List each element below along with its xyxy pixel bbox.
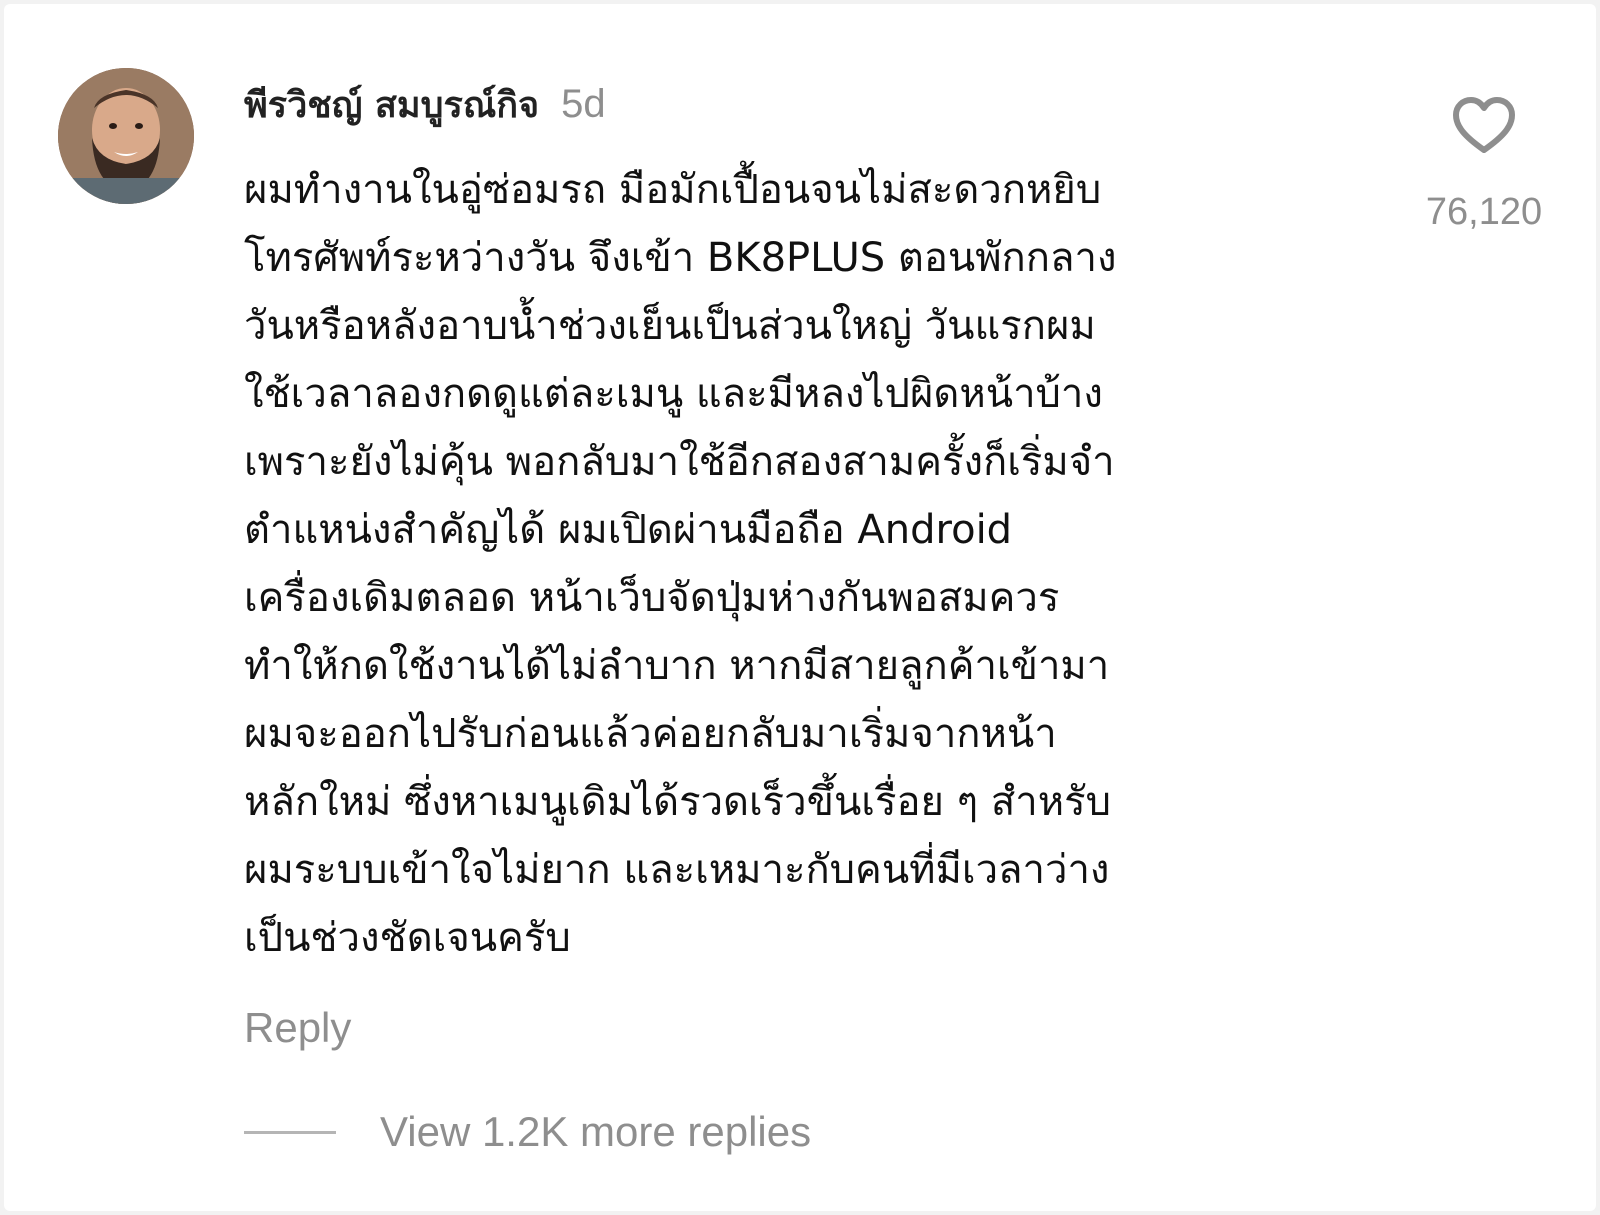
username[interactable]: พีรวิชญ์ สมบูรณ์กิจ — [244, 76, 539, 133]
avatar[interactable] — [58, 68, 194, 204]
avatar-photo — [58, 68, 194, 204]
comment-header: พีรวิชญ์ สมบูรณ์กิจ 5d — [244, 76, 606, 132]
replies-divider-line — [244, 1130, 336, 1134]
heart-outline-icon[interactable] — [1452, 96, 1516, 156]
comment-card: พีรวิชญ์ สมบูรณ์กิจ 5d ผมทำงานในอู่ซ่อมร… — [4, 4, 1596, 1211]
like-area: 76,120 — [1384, 96, 1584, 234]
reply-button[interactable]: Reply — [244, 1004, 351, 1052]
view-replies-label: View 1.2K more replies — [380, 1108, 812, 1155]
view-more-replies[interactable]: View 1.2K more replies — [244, 1108, 811, 1156]
like-count: 76,120 — [1425, 191, 1543, 233]
timestamp: 5d — [561, 82, 606, 126]
comment-text: ผมทำงานในอู่ซ่อมรถ มือมักเปื้อนจนไม่สะดว… — [244, 167, 1117, 961]
